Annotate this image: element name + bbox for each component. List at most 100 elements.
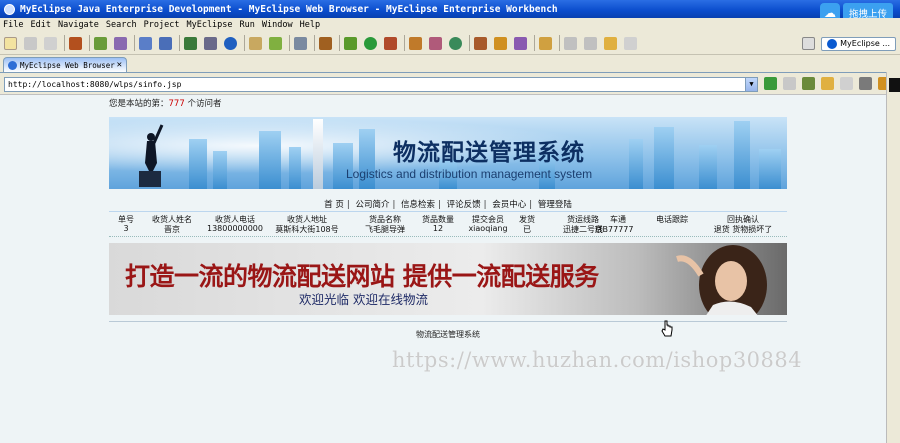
menu-help[interactable]: Help xyxy=(300,20,320,30)
myeclipse-app-icon xyxy=(4,3,15,15)
building-shape xyxy=(213,151,227,189)
nav-search[interactable]: 信息检索 xyxy=(401,200,435,210)
right-view-strip xyxy=(886,72,900,443)
chevron-down-icon[interactable]: ▼ xyxy=(745,78,757,91)
debug-icon[interactable] xyxy=(344,36,357,50)
nav-divider: | xyxy=(483,200,487,210)
window-title: MyEclipse Java Enterprise Development - … xyxy=(20,3,558,15)
table-cell: 晋京 xyxy=(164,225,180,234)
menu-search[interactable]: Search xyxy=(106,20,137,30)
print-icon[interactable] xyxy=(44,36,57,50)
tab-web-browser[interactable]: MyEclipse Web Browser ✕ xyxy=(3,57,127,72)
promo-welcome: 欢迎光临 欢迎在线物流 xyxy=(299,292,428,307)
toolbar-separator xyxy=(289,35,290,51)
deploy-icon[interactable] xyxy=(114,36,127,50)
server-stop-icon[interactable] xyxy=(159,36,172,50)
globe-icon xyxy=(8,60,17,70)
open-type-icon[interactable] xyxy=(474,36,487,50)
annotation-icon[interactable] xyxy=(539,36,552,50)
forward-icon[interactable] xyxy=(840,77,853,90)
table-cell: 已 xyxy=(523,225,531,234)
run-config-icon[interactable] xyxy=(204,36,217,50)
menu-run[interactable]: Run xyxy=(240,20,255,30)
search-icon[interactable] xyxy=(514,36,527,50)
image-icon[interactable] xyxy=(294,36,307,50)
run-icon[interactable] xyxy=(364,36,377,50)
nav-member[interactable]: 会员中心 xyxy=(492,200,526,210)
open-perspective-icon[interactable] xyxy=(802,37,816,50)
window-titlebar: MyEclipse Java Enterprise Development - … xyxy=(0,0,900,18)
promo-person-image xyxy=(676,245,767,315)
menu-project[interactable]: Project xyxy=(144,20,180,30)
browser-icon[interactable] xyxy=(224,36,237,50)
building-shape xyxy=(333,143,353,189)
building-shape xyxy=(259,131,281,189)
table-cell: 13800000000 xyxy=(207,224,263,233)
back-icon[interactable] xyxy=(604,36,617,50)
print-icon[interactable] xyxy=(859,77,872,90)
browser-viewport: 您是本站的第：777 个访问者 物流配送管理系统 Logistics and d… xyxy=(0,94,886,443)
editor-tab-row: MyEclipse Web Browser ✕ xyxy=(0,56,900,72)
back-icon[interactable] xyxy=(821,77,834,90)
myeclipse-icon xyxy=(827,38,838,49)
menu-edit[interactable]: Edit xyxy=(30,20,50,30)
table-cell: 飞毛腿导弹 xyxy=(365,225,405,234)
myeclipse-perspective-button[interactable]: MyEclipse ... xyxy=(821,36,896,51)
toolbar-separator xyxy=(244,35,245,51)
visitor-prefix: 您是本站的第： xyxy=(109,99,169,109)
open-file-icon[interactable] xyxy=(249,36,262,50)
tools-icon[interactable] xyxy=(802,77,815,90)
menu-file[interactable]: File xyxy=(3,20,23,30)
new-class-icon[interactable] xyxy=(319,36,332,50)
menu-navigate[interactable]: Navigate xyxy=(58,20,99,30)
new-package-icon[interactable] xyxy=(409,36,422,50)
main-toolbar xyxy=(0,32,900,55)
server-icon[interactable] xyxy=(139,36,152,50)
menu-window[interactable]: Window xyxy=(262,20,293,30)
menu-myeclipse[interactable]: MyEclipse xyxy=(186,20,232,30)
close-icon[interactable]: ✕ xyxy=(117,60,122,70)
page-footer: 物流配送管理系统 xyxy=(416,330,480,339)
building-shape xyxy=(289,147,301,189)
table-cell: 京B77777 xyxy=(594,225,634,234)
toolbar-separator xyxy=(469,35,470,51)
nav-admin-login[interactable]: 管理登陆 xyxy=(538,200,572,210)
external-tools-icon[interactable] xyxy=(384,36,397,50)
building-shape xyxy=(629,139,643,189)
table-row: 3 晋京 13800000000 莫斯科大街108号 飞毛腿导弹 12 xiao… xyxy=(109,224,787,234)
forward-icon[interactable] xyxy=(624,36,637,50)
table-cell: xiaoqiang xyxy=(468,224,508,233)
nav-feedback[interactable]: 评论反馈 xyxy=(447,200,481,210)
save-icon[interactable] xyxy=(24,36,37,50)
new-icon[interactable] xyxy=(4,36,17,50)
visitor-suffix: 个访问者 xyxy=(184,99,222,109)
watermark-text: https://www.huzhan.com/ishop30884 xyxy=(392,348,803,372)
toolbar-separator xyxy=(534,35,535,51)
package-icon[interactable] xyxy=(69,36,82,50)
building-shape xyxy=(759,149,781,189)
new-enum-icon[interactable] xyxy=(449,36,462,50)
url-text: http://localhost:8080/wlps/sinfo.jsp xyxy=(8,80,182,89)
address-bar: http://localhost:8080/wlps/sinfo.jsp ▼ xyxy=(0,72,900,94)
deploy-project-icon[interactable] xyxy=(184,36,197,50)
nav-company[interactable]: 公司简介 xyxy=(355,200,389,210)
stop-icon[interactable] xyxy=(783,77,796,90)
next-annotation-icon[interactable] xyxy=(564,36,577,50)
nav-divider: | xyxy=(529,200,533,210)
building-shape xyxy=(699,145,717,189)
nav-home[interactable]: 首 页 xyxy=(324,200,344,210)
building-shape xyxy=(734,121,750,189)
new-interface-icon[interactable] xyxy=(429,36,442,50)
table-cell: 退货 货物损坏了 xyxy=(713,225,773,234)
pencil-icon[interactable] xyxy=(494,36,507,50)
perspective-switcher: MyEclipse ... xyxy=(802,35,896,52)
console-icon[interactable] xyxy=(889,78,900,92)
new-web-icon[interactable] xyxy=(269,36,282,50)
prev-annotation-icon[interactable] xyxy=(584,36,597,50)
go-icon[interactable] xyxy=(764,77,777,90)
build-icon[interactable] xyxy=(94,36,107,50)
building-shape xyxy=(654,127,674,189)
toolbar-separator xyxy=(89,35,90,51)
url-input[interactable]: http://localhost:8080/wlps/sinfo.jsp ▼ xyxy=(4,77,758,92)
toolbar-separator xyxy=(339,35,340,51)
